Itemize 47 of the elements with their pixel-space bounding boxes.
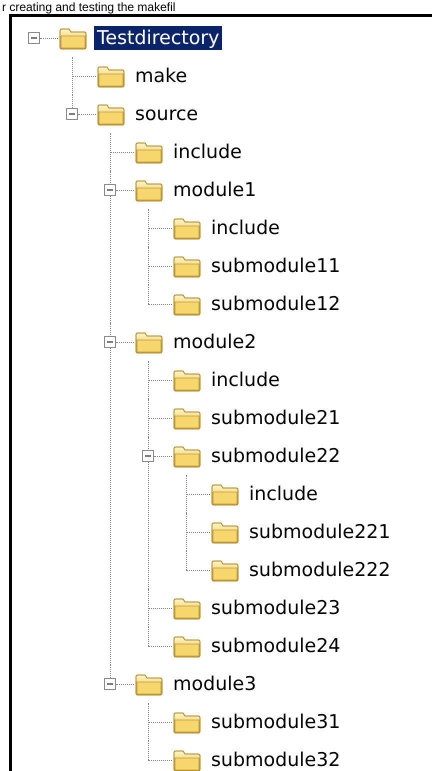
collapse-icon[interactable] — [66, 108, 78, 120]
folder-name[interactable]: Testdirectory — [94, 26, 222, 50]
folder-name[interactable]: submodule21 — [208, 406, 344, 430]
folder-name[interactable]: include — [246, 482, 321, 506]
collapse-icon[interactable] — [28, 32, 40, 44]
folder-name[interactable]: submodule31 — [208, 710, 344, 734]
folder-icon — [58, 26, 88, 50]
folder-icon — [210, 558, 240, 582]
folder-name[interactable]: make — [132, 64, 190, 88]
folder-icon — [134, 672, 164, 696]
folder-name[interactable]: include — [208, 216, 283, 240]
folder-name[interactable]: submodule11 — [208, 254, 344, 278]
folder-name[interactable]: submodule32 — [208, 748, 344, 771]
folder-icon — [172, 368, 202, 392]
folder-icon — [134, 330, 164, 354]
folder-name[interactable]: include — [208, 368, 283, 392]
folder-name[interactable]: module2 — [170, 330, 260, 354]
folder-icon — [134, 140, 164, 164]
folder-icon — [134, 178, 164, 202]
folder-icon — [172, 444, 202, 468]
folder-icon — [172, 406, 202, 430]
folder-icon — [210, 520, 240, 544]
collapse-icon[interactable] — [104, 678, 116, 690]
folder-icon — [172, 634, 202, 658]
folder-icon — [172, 254, 202, 278]
folder-name[interactable]: module3 — [170, 672, 260, 696]
folder-icon — [96, 64, 126, 88]
folder-name[interactable]: source — [132, 102, 202, 126]
folder-name[interactable]: submodule222 — [246, 558, 394, 582]
folder-name[interactable]: module1 — [170, 178, 260, 202]
caption-text: r creating and testing the makefil — [1, 0, 176, 14]
collapse-icon[interactable] — [142, 450, 154, 462]
folder-name[interactable]: submodule23 — [208, 596, 344, 620]
collapse-icon[interactable] — [104, 336, 116, 348]
folder-icon — [172, 710, 202, 734]
folder-icon — [172, 748, 202, 771]
folder-icon — [172, 292, 202, 316]
folder-name[interactable]: submodule221 — [246, 520, 394, 544]
folder-icon — [172, 216, 202, 240]
folder-name[interactable]: include — [170, 140, 245, 164]
collapse-icon[interactable] — [104, 184, 116, 196]
folder-icon — [210, 482, 240, 506]
folder-icon — [96, 102, 126, 126]
folder-name[interactable]: submodule22 — [208, 444, 344, 468]
folder-name[interactable]: submodule12 — [208, 292, 344, 316]
folder-name[interactable]: submodule24 — [208, 634, 344, 658]
folder-icon — [172, 596, 202, 620]
